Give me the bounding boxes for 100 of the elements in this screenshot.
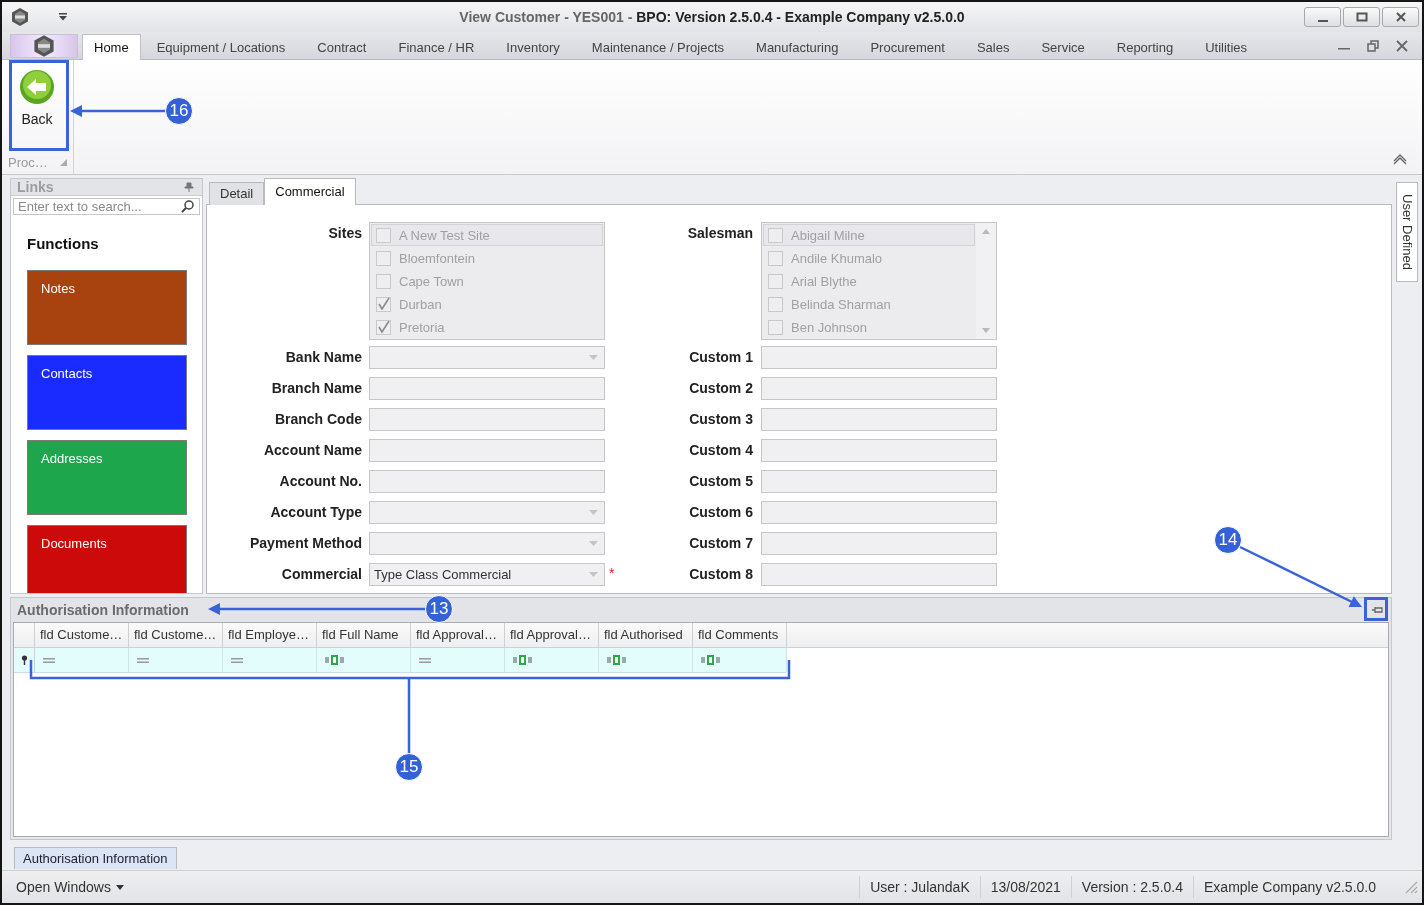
collapse-ribbon-icon[interactable] <box>1392 154 1408 166</box>
dropdown-caret-icon[interactable] <box>589 572 598 577</box>
text-field[interactable] <box>761 563 997 586</box>
dropdown-field[interactable] <box>369 532 605 555</box>
equals-filter-icon[interactable] <box>137 657 149 663</box>
search-field[interactable]: Enter text to search... <box>13 198 200 215</box>
dropdown-field[interactable] <box>369 346 605 369</box>
resize-grip-icon[interactable] <box>1404 880 1418 894</box>
ribbon-tab[interactable]: Sales <box>960 34 1026 60</box>
close-icon[interactable] <box>1396 39 1408 52</box>
field-label: Custom 6 <box>688 503 753 522</box>
column-header[interactable]: fld Comments <box>693 623 787 647</box>
text-field[interactable] <box>369 439 605 462</box>
field-label: Custom 1 <box>688 348 753 367</box>
text-field[interactable] <box>761 439 997 462</box>
column-header[interactable]: fld Full Name <box>317 623 411 647</box>
field-label: Account No. <box>278 472 362 491</box>
scrollbar[interactable] <box>976 223 996 339</box>
function-tile[interactable]: Notes <box>27 270 187 345</box>
window-title: View Customer - YES001 - BPO: Version 2.5.0.4 - Example Company v2.5.0.0 <box>459 9 965 25</box>
checkbox[interactable] <box>376 319 391 335</box>
ribbon-tab[interactable]: Service <box>1025 34 1101 60</box>
text-field[interactable] <box>761 408 997 431</box>
checkbox[interactable] <box>376 273 391 289</box>
text-field[interactable] <box>761 470 997 493</box>
dropdown-caret-icon[interactable] <box>589 510 598 515</box>
form-tab[interactable]: Commercial <box>264 178 356 205</box>
text-field[interactable] <box>761 532 997 555</box>
checkbox[interactable] <box>768 319 783 335</box>
checkbox[interactable] <box>768 227 783 243</box>
scroll-down-icon[interactable] <box>982 328 990 333</box>
open-windows-menu[interactable]: Open Windows <box>2 879 130 895</box>
checkbox[interactable] <box>768 296 783 312</box>
panel-title: Links <box>17 179 54 195</box>
field-label: Sites <box>327 224 362 243</box>
quick-access-menu-icon[interactable] <box>58 13 68 21</box>
dropdown-field[interactable] <box>369 501 605 524</box>
text-field[interactable] <box>761 346 997 369</box>
scroll-up-icon[interactable] <box>982 229 990 234</box>
logo-icon <box>32 34 56 58</box>
field-label: Custom 7 <box>688 534 753 553</box>
form-tab[interactable]: Detail <box>209 182 265 205</box>
field-label: Custom 5 <box>688 472 753 491</box>
checkbox[interactable] <box>768 273 783 289</box>
ribbon-tab[interactable]: Procurement <box>854 34 961 60</box>
status-text: User : JulandaK <box>859 876 980 898</box>
text-field[interactable] <box>369 470 605 493</box>
text-filter-icon[interactable] <box>513 655 532 665</box>
search-icon <box>181 200 194 213</box>
ribbon-tab[interactable]: Maintenance / Projects <box>575 34 741 60</box>
column-header[interactable]: fld Custome… <box>35 623 129 647</box>
field-label: Branch Code <box>273 410 362 429</box>
ribbon-tab[interactable]: Reporting <box>1100 34 1190 60</box>
checkbox[interactable] <box>768 250 783 266</box>
back-button[interactable]: Back <box>8 61 66 149</box>
document-tab[interactable]: Authorisation Information <box>14 847 177 869</box>
checkbox[interactable] <box>376 250 391 266</box>
text-field[interactable] <box>761 377 997 400</box>
column-header[interactable]: fld Approval… <box>411 623 505 647</box>
minimize-button[interactable] <box>1304 7 1341 27</box>
dropdown-caret-icon[interactable] <box>589 541 598 546</box>
checkbox[interactable] <box>376 296 391 312</box>
ribbon-tab[interactable]: Manufacturing <box>740 34 855 60</box>
field-label: Bank Name <box>284 348 362 367</box>
equals-filter-icon[interactable] <box>43 657 55 663</box>
function-tile[interactable]: Documents <box>27 525 187 593</box>
text-field[interactable] <box>761 501 997 524</box>
close-button[interactable] <box>1382 7 1419 27</box>
ribbon-tab[interactable]: Inventory <box>490 34 576 60</box>
column-header[interactable]: fld Approval… <box>505 623 599 647</box>
minimize-icon <box>1317 20 1328 22</box>
dropdown-caret-icon[interactable] <box>589 355 598 360</box>
column-header[interactable]: fld Authorised <box>599 623 693 647</box>
column-header[interactable]: fld Custome… <box>129 623 223 647</box>
side-tab[interactable]: User Defined <box>1396 182 1418 282</box>
text-filter-icon[interactable] <box>325 655 344 665</box>
field-label: Branch Name <box>270 379 362 398</box>
checkbox[interactable] <box>376 227 391 243</box>
maximize-button[interactable] <box>1343 7 1380 27</box>
ribbon-tab[interactable]: Finance / HR <box>382 34 491 60</box>
ribbon-tab[interactable]: Equipment / Locations <box>140 34 302 60</box>
text-filter-icon[interactable] <box>701 655 720 665</box>
field-label: Custom 2 <box>688 379 753 398</box>
ribbon-tab[interactable]: Utilities <box>1189 34 1264 60</box>
pin-icon[interactable] <box>184 182 194 192</box>
text-filter-icon[interactable] <box>607 655 626 665</box>
ribbon-tab[interactable]: Home <box>82 34 141 60</box>
text-field[interactable] <box>369 408 605 431</box>
field-label: Salesman <box>686 224 753 243</box>
application-menu-button[interactable] <box>10 34 78 58</box>
function-tile[interactable]: Contacts <box>27 355 187 430</box>
equals-filter-icon[interactable] <box>231 657 243 663</box>
column-header[interactable]: fld Employe… <box>223 623 317 647</box>
dropdown-field[interactable]: Type Class Commercial <box>369 563 605 586</box>
ribbon-tab[interactable]: Contract <box>301 34 383 60</box>
text-field[interactable] <box>369 377 605 400</box>
dialog-launcher-icon[interactable] <box>59 158 67 166</box>
app-icon <box>10 7 30 27</box>
equals-filter-icon[interactable] <box>419 657 431 663</box>
restore-icon[interactable] <box>1367 39 1379 52</box>
